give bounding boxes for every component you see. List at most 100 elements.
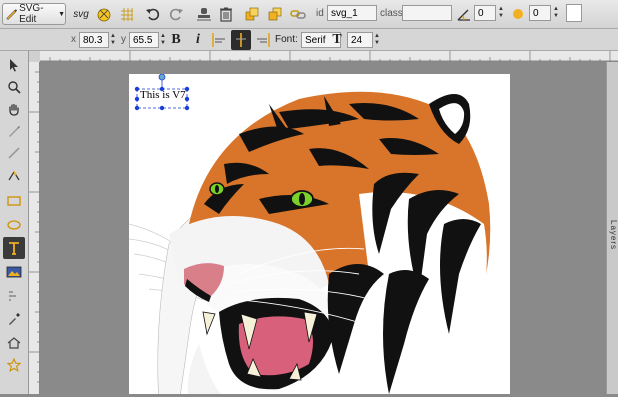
blur-icon [513,9,523,19]
chevron-down-icon: ▼ [58,10,65,18]
star-icon [7,358,21,372]
house-icon [7,337,21,349]
resize-handle-s[interactable] [159,105,165,111]
image-tool[interactable] [3,261,25,283]
clone-button[interactable] [194,4,214,24]
italic-button[interactable]: i [188,30,208,50]
angle-icon-wrap [454,4,474,24]
source-button[interactable]: svg [71,4,91,24]
shape-library-icon [9,291,16,301]
align-left-button[interactable] [209,30,229,50]
main-toolbar: SVG-Edit ▼ svg id svg_1 class 0 ▲ ▼ 0 ▲ … [0,0,618,29]
text-tool[interactable] [3,237,25,259]
blur-spinner[interactable]: ▲ ▼ [553,5,561,21]
link-button[interactable] [288,4,308,24]
move-to-top-button[interactable] [242,4,262,24]
trash-icon [220,7,232,22]
y-label: y [121,34,126,45]
text-anchor-middle-icon [236,33,246,47]
color-swatch[interactable] [566,4,582,22]
wireframe-button[interactable] [94,4,114,24]
align-middle-button[interactable] [231,30,251,50]
layers-label: Layers [609,220,618,251]
pencil-icon [9,126,20,137]
wireframe-icon [97,8,111,22]
text-anchor-end-icon [257,33,270,47]
zoom-tool[interactable] [3,76,25,98]
angle-field[interactable] [474,5,496,21]
id-field[interactable] [327,5,377,21]
rect-tool[interactable] [3,190,25,212]
resize-handle-se[interactable] [184,105,190,111]
resize-handle-nw[interactable] [134,86,140,92]
angle-icon [457,9,470,21]
x-spinner[interactable]: ▲ ▼ [110,32,118,48]
class-label: class [380,8,403,19]
font-size-icon: T [332,32,342,47]
redo-button[interactable] [166,4,186,24]
x-field[interactable] [79,32,109,48]
text-icon [9,242,19,255]
magnifier-icon [8,81,21,94]
cursor-icon [10,59,18,72]
redo-icon [169,8,183,21]
image-icon [6,266,22,278]
context-toolbar: x ▲▼ y ▲▼ B i Font: T ▲▼ [0,29,618,51]
move-to-bottom-button[interactable] [265,4,285,24]
source-label: svg [73,8,89,20]
shapelib-tool[interactable] [3,284,25,306]
stamp-icon [197,8,211,21]
pan-tool[interactable] [3,98,25,120]
svg-edit-logo-icon [6,9,18,20]
resize-handle-n[interactable] [159,86,165,92]
undo-icon [146,8,160,21]
pen-icon [8,170,20,181]
pencil-tool[interactable] [3,120,25,142]
star-tool[interactable] [3,354,25,376]
svg-canvas[interactable]: This is V7 [128,74,510,394]
font-label: Font: [275,34,298,45]
resize-handle-ne[interactable] [184,86,190,92]
align-right-button[interactable] [253,30,273,50]
resize-handle-sw[interactable] [134,105,140,111]
main-menu-label: SVG-Edit [19,3,44,25]
ellipse-tool[interactable] [3,214,25,236]
blur-icon-wrap [508,4,528,24]
tools-panel [0,51,29,394]
font-size-field[interactable] [347,32,373,48]
rotate-handle[interactable] [158,74,166,81]
y-field[interactable] [129,32,159,48]
line-icon [8,147,20,159]
x-label: x [71,34,76,45]
grid-icon [121,8,133,21]
bold-button[interactable]: B [166,30,186,50]
ruler-ticks-y [29,71,40,383]
hand-icon [9,103,19,116]
move-bottom-icon [268,7,282,21]
horizontal-ruler [40,51,618,62]
resize-handles[interactable] [129,74,209,124]
layers-panel-handle[interactable]: Layers [606,62,618,394]
resize-handle-w[interactable] [134,96,140,102]
ruler-ticks-x [40,51,618,62]
rectangle-icon [7,196,21,206]
eyedropper-icon [9,313,20,325]
grid-button[interactable] [117,4,137,24]
eyedropper-tool[interactable] [3,308,25,330]
move-top-icon [245,7,259,21]
link-icon [290,10,306,19]
path-tool[interactable] [3,164,25,186]
angle-spinner[interactable]: ▲ ▼ [498,5,506,21]
class-field[interactable] [402,5,452,21]
font-size-spinner[interactable]: ▲ ▼ [374,32,382,48]
line-tool[interactable] [3,142,25,164]
main-menu-button[interactable]: SVG-Edit ▼ [2,3,66,25]
delete-button[interactable] [216,4,236,24]
undo-button[interactable] [143,4,163,24]
ellipse-icon [7,220,21,230]
resize-handle-e[interactable] [184,96,190,102]
canvas-workarea[interactable]: This is V7 [40,62,606,394]
select-tool[interactable] [3,54,25,76]
fhpath-tool[interactable] [3,332,25,354]
blur-field[interactable] [529,5,551,21]
